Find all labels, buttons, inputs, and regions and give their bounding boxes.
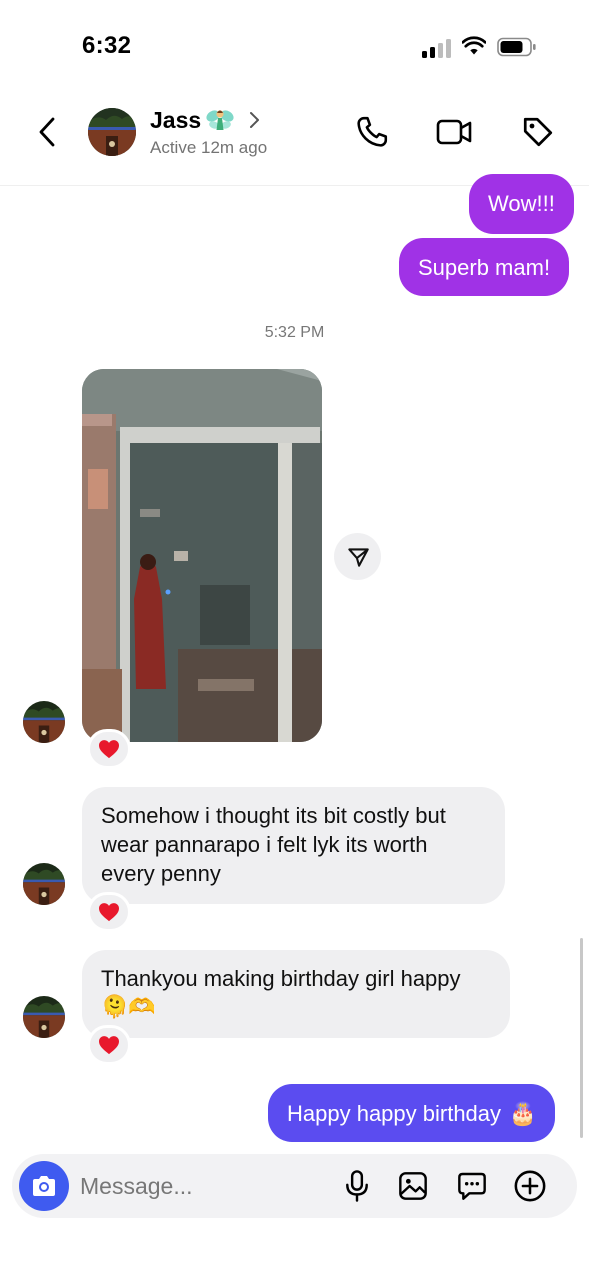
contact-avatar[interactable] <box>23 701 65 743</box>
message-text: Thankyou making birthday girl happy <box>101 966 461 991</box>
battery-icon <box>497 37 536 57</box>
tag-icon <box>523 117 553 147</box>
outgoing-message[interactable]: Wow!!! <box>469 174 574 234</box>
video-camera-icon <box>436 119 472 145</box>
contact-avatar[interactable] <box>23 863 65 905</box>
birthday-cake-emoji: 🎂 <box>509 1100 537 1126</box>
voice-message-button[interactable] <box>337 1166 377 1206</box>
outgoing-message[interactable]: Superb mam! <box>399 238 570 296</box>
message-text: Somehow i thought its bit costly but wea… <box>101 803 446 886</box>
chat-header: Jass Active 12m ago <box>0 92 589 186</box>
mirror-selfie-photo <box>82 369 322 742</box>
scrollbar[interactable] <box>580 938 583 1138</box>
voice-call-button[interactable] <box>352 112 392 152</box>
back-button[interactable] <box>30 114 64 150</box>
heart-reaction[interactable] <box>87 729 131 769</box>
heart-icon <box>99 903 119 922</box>
message-timestamp: 5:32 PM <box>264 324 325 341</box>
share-button[interactable] <box>334 533 381 580</box>
video-call-button[interactable] <box>434 112 474 152</box>
gallery-icon <box>399 1172 427 1200</box>
sticker-chat-icon <box>458 1172 486 1200</box>
photo-message[interactable] <box>82 369 322 742</box>
heart-icon <box>99 740 119 759</box>
share-icon <box>347 547 369 567</box>
incoming-message[interactable]: Somehow i thought its bit costly but wea… <box>82 787 505 904</box>
wifi-icon <box>462 36 486 55</box>
message-input[interactable] <box>80 1166 330 1206</box>
gallery-button[interactable] <box>393 1166 433 1206</box>
status-time: 6:32 <box>82 32 132 59</box>
tag-button[interactable] <box>518 112 558 152</box>
back-arrow-icon <box>39 117 55 147</box>
message-text: Superb mam! <box>418 254 551 280</box>
cellular-signal-icon <box>422 38 452 58</box>
contact-avatar[interactable] <box>88 108 136 156</box>
outgoing-message[interactable]: Happy happy birthday 🎂 <box>268 1084 556 1142</box>
message-composer <box>12 1154 577 1218</box>
camera-button[interactable] <box>19 1161 69 1211</box>
camera-icon <box>33 1176 55 1196</box>
message-emojis: 🫠🫶 <box>101 994 156 1019</box>
sticker-button[interactable] <box>452 1166 492 1206</box>
contact-avatar[interactable] <box>23 996 65 1038</box>
contact-name-row[interactable]: Jass <box>150 106 261 134</box>
message-text: Happy happy birthday <box>287 1100 502 1126</box>
contact-active-status: Active 12m ago <box>150 138 268 157</box>
heart-icon <box>99 1036 119 1055</box>
message-text: Wow!!! <box>488 191 555 216</box>
status-bar: 6:32 <box>0 0 589 90</box>
phone-icon <box>357 116 388 147</box>
heart-reaction[interactable] <box>87 892 131 932</box>
chevron-right-icon <box>250 112 260 128</box>
more-options-button[interactable] <box>510 1166 550 1206</box>
heart-reaction[interactable] <box>87 1025 131 1065</box>
plus-circle-icon <box>514 1170 546 1202</box>
microphone-icon <box>346 1170 368 1202</box>
incoming-message[interactable]: Thankyou making birthday girl happy 🫠🫶 <box>82 950 510 1038</box>
fairy-icon <box>206 110 234 130</box>
contact-name: Jass <box>150 106 202 133</box>
